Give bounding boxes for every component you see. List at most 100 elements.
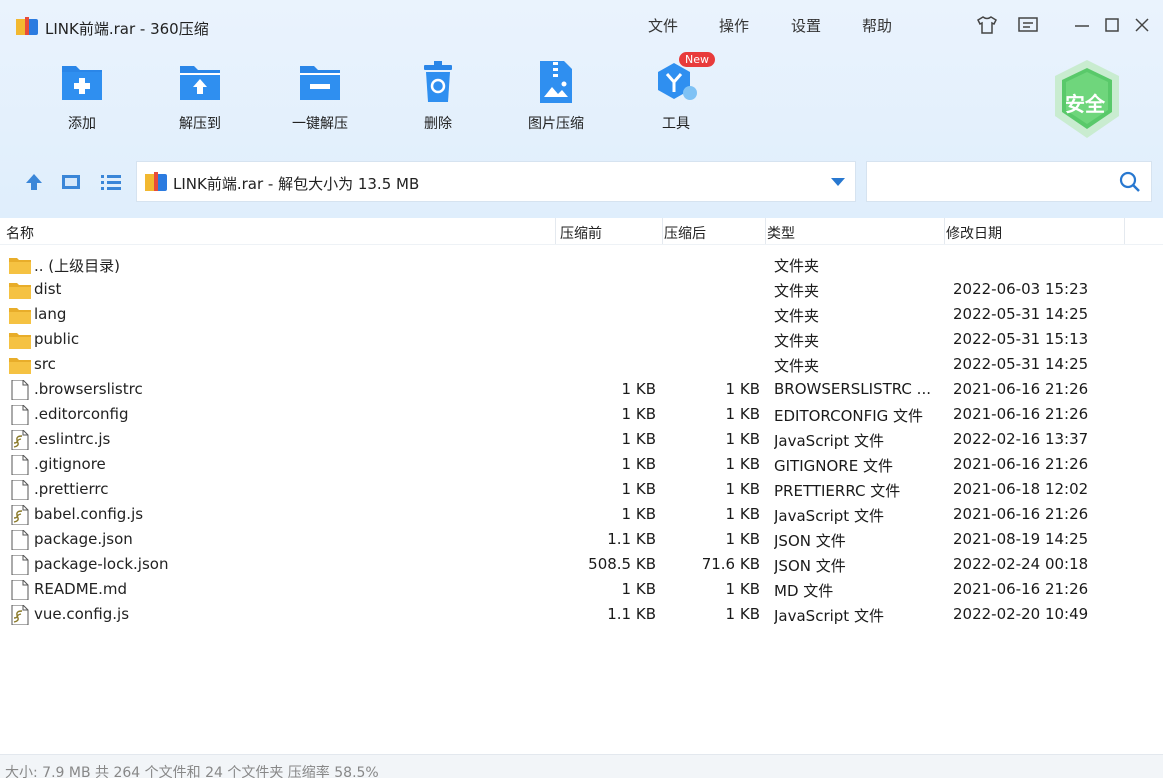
close-icon[interactable] bbox=[1131, 14, 1153, 36]
compressed-size: 1 KB bbox=[725, 505, 760, 523]
address-bar[interactable]: LINK前端.rar - 解包大小为 13.5 MB bbox=[136, 161, 856, 202]
file-row[interactable]: .gitignore 1 KB 1 KB GITIGNORE 文件 2021-06-16… bbox=[0, 452, 1163, 477]
app-window: LINK前端.rar - 360压缩 文件 操作 设置 帮助 添加 解压到 一键… bbox=[0, 0, 1163, 778]
file-type: EDITORCONFIG 文件 bbox=[774, 407, 924, 425]
file-type: JavaScript 文件 bbox=[774, 607, 884, 625]
file-type: MD 文件 bbox=[774, 582, 834, 600]
modified-date: 2022-05-31 14:25 bbox=[953, 355, 1089, 373]
folder-icon bbox=[9, 305, 31, 325]
column-divider[interactable] bbox=[555, 218, 556, 244]
file-row[interactable]: .browserslistrc 1 KB 1 KB BROWSERSLISTRC ..… bbox=[0, 377, 1163, 402]
file-name: vue.config.js bbox=[34, 605, 130, 623]
list-view-icon[interactable] bbox=[100, 172, 121, 192]
column-name[interactable]: 名称 bbox=[6, 223, 34, 243]
title-bar: LINK前端.rar - 360压缩 文件 操作 设置 帮助 bbox=[0, 0, 1163, 50]
compressed-size: 1 KB bbox=[725, 530, 760, 548]
file-row[interactable]: .prettierrc 1 KB 1 KB PRETTIERRC 文件 2021-06-… bbox=[0, 477, 1163, 502]
archive-logo-icon bbox=[145, 172, 167, 191]
file-row[interactable]: package-lock.json 508.5 KB 71.6 KB JSON 文件 2… bbox=[0, 552, 1163, 577]
modified-date: 2022-05-31 15:13 bbox=[953, 330, 1089, 348]
compressed-size: 71.6 KB bbox=[701, 555, 760, 573]
column-type[interactable]: 类型 bbox=[767, 223, 795, 243]
modified-date: 2021-06-18 12:02 bbox=[953, 480, 1089, 498]
file-row[interactable]: .eslintrc.js 1 KB 1 KB JavaScript 文件 2022-02… bbox=[0, 427, 1163, 452]
file-row[interactable]: dist 文件夹 2022-06-03 15:23 bbox=[0, 277, 1163, 302]
skin-shirt-icon[interactable] bbox=[976, 14, 998, 36]
address-text: LINK前端.rar - 解包大小为 13.5 MB bbox=[173, 175, 420, 193]
file-icon bbox=[9, 529, 31, 551]
column-divider[interactable] bbox=[944, 218, 945, 244]
column-divider[interactable] bbox=[1124, 218, 1125, 244]
column-divider[interactable] bbox=[662, 218, 663, 244]
file-name: babel.config.js bbox=[34, 505, 144, 523]
original-size: 1 KB bbox=[621, 480, 656, 498]
modified-date: 2022-05-31 14:25 bbox=[953, 305, 1089, 323]
file-row[interactable]: vue.config.js 1.1 KB 1 KB JavaScript 文件 2022… bbox=[0, 602, 1163, 627]
column-divider[interactable] bbox=[765, 218, 766, 244]
script-file-icon bbox=[9, 429, 31, 451]
file-icon bbox=[9, 454, 31, 476]
menu-operation[interactable]: 操作 bbox=[719, 15, 749, 36]
file-row[interactable]: public 文件夹 2022-05-31 15:13 bbox=[0, 327, 1163, 352]
maximize-icon[interactable] bbox=[1101, 14, 1123, 36]
original-size: 1 KB bbox=[621, 580, 656, 598]
column-original-size[interactable]: 压缩前 bbox=[560, 223, 602, 243]
archive-logo-icon bbox=[16, 17, 38, 35]
file-name: .. (上级目录) bbox=[34, 257, 121, 275]
modified-date: 2021-08-19 14:25 bbox=[953, 530, 1089, 548]
feedback-message-icon[interactable] bbox=[1017, 14, 1039, 36]
search-input[interactable] bbox=[875, 170, 1109, 194]
column-modified-date[interactable]: 修改日期 bbox=[946, 223, 1002, 243]
compressed-size: 1 KB bbox=[725, 480, 760, 498]
extract-to-label: 解压到 bbox=[179, 116, 221, 132]
extract-to-button[interactable]: 解压到 bbox=[165, 58, 235, 133]
file-row[interactable]: package.json 1.1 KB 1 KB JSON 文件 2021-08-19 … bbox=[0, 527, 1163, 552]
up-arrow-icon[interactable] bbox=[24, 172, 44, 192]
security-status-shield[interactable]: 安全 bbox=[1050, 58, 1124, 140]
thumbnail-view-icon[interactable] bbox=[61, 172, 81, 192]
chevron-down-icon[interactable] bbox=[831, 178, 845, 186]
new-badge: New bbox=[679, 52, 715, 67]
add-icon bbox=[58, 58, 106, 106]
modified-date: 2022-02-20 10:49 bbox=[953, 605, 1089, 623]
file-row[interactable]: babel.config.js 1 KB 1 KB JavaScript 文件 2021… bbox=[0, 502, 1163, 527]
file-name: public bbox=[34, 330, 80, 348]
search-icon[interactable] bbox=[1119, 171, 1141, 193]
file-row[interactable]: .editorconfig 1 KB 1 KB EDITORCONFIG 文件 2021… bbox=[0, 402, 1163, 427]
modified-date: 2021-06-16 21:26 bbox=[953, 505, 1089, 523]
compressed-size: 1 KB bbox=[725, 580, 760, 598]
original-size: 1 KB bbox=[621, 430, 656, 448]
add-button[interactable]: 添加 bbox=[47, 58, 117, 133]
image-compress-button[interactable]: 图片压缩 bbox=[521, 58, 591, 133]
folder-icon bbox=[9, 355, 31, 375]
original-size: 1.1 KB bbox=[607, 530, 656, 548]
file-row[interactable]: README.md 1 KB 1 KB MD 文件 2021-06-16 21:26 bbox=[0, 577, 1163, 602]
file-name: README.md bbox=[34, 580, 128, 598]
file-row[interactable]: lang 文件夹 2022-05-31 14:25 bbox=[0, 302, 1163, 327]
file-icon bbox=[9, 379, 31, 401]
menu-file[interactable]: 文件 bbox=[648, 15, 678, 36]
file-icon bbox=[9, 579, 31, 601]
add-label: 添加 bbox=[68, 116, 96, 132]
one-click-extract-label: 一键解压 bbox=[292, 116, 348, 132]
security-label: 安全 bbox=[1065, 92, 1105, 116]
file-type: JavaScript 文件 bbox=[774, 432, 884, 450]
delete-button[interactable]: 删除 bbox=[403, 58, 473, 133]
modified-date: 2021-06-16 21:26 bbox=[953, 405, 1089, 423]
file-type: JavaScript 文件 bbox=[774, 507, 884, 525]
modified-date: 2022-02-24 00:18 bbox=[953, 555, 1089, 573]
menu-help[interactable]: 帮助 bbox=[862, 15, 892, 36]
search-box[interactable] bbox=[866, 161, 1152, 202]
column-compressed-size[interactable]: 压缩后 bbox=[664, 223, 706, 243]
modified-date: 2021-06-16 21:26 bbox=[953, 580, 1089, 598]
tools-button[interactable]: 工具 bbox=[641, 58, 711, 133]
compressed-size: 1 KB bbox=[725, 380, 760, 398]
file-row[interactable]: .. (上级目录) 文件夹 bbox=[0, 252, 1163, 277]
file-type: JSON 文件 bbox=[774, 557, 846, 575]
menu-settings[interactable]: 设置 bbox=[791, 15, 821, 36]
minimize-icon[interactable] bbox=[1071, 14, 1093, 36]
one-click-extract-button[interactable]: 一键解压 bbox=[285, 58, 355, 133]
folder-icon bbox=[9, 255, 31, 275]
compressed-size: 1 KB bbox=[725, 405, 760, 423]
file-row[interactable]: src 文件夹 2022-05-31 14:25 bbox=[0, 352, 1163, 377]
